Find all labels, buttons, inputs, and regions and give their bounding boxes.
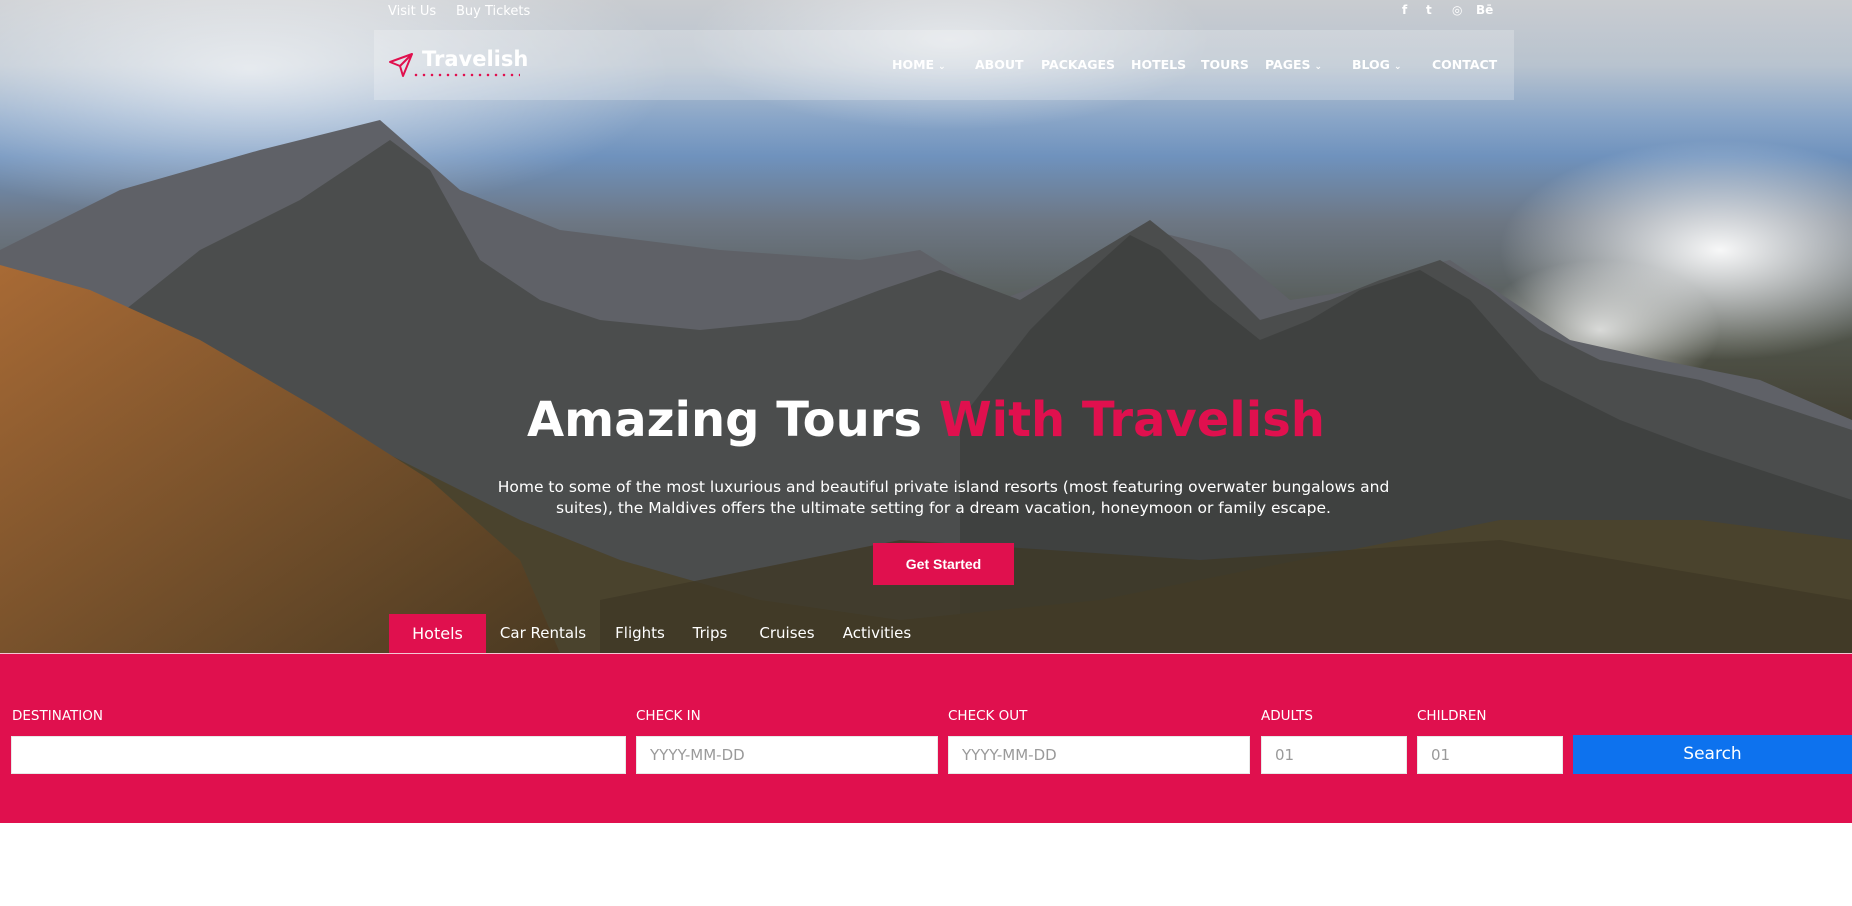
chevron-down-icon: ⌄ [938, 62, 946, 72]
hero-title: Amazing Tours With Travelish [0, 392, 1852, 448]
tab-activities[interactable]: Activities [840, 614, 914, 653]
tab-trips[interactable]: Trips [686, 614, 734, 653]
behance-icon[interactable]: Bē [1476, 3, 1493, 17]
nav-home[interactable]: HOME ⌄ [892, 57, 946, 72]
buy-tickets-link[interactable]: Buy Tickets [456, 4, 530, 19]
children-label: CHILDREN [1417, 708, 1487, 724]
check-out-label: CHECK OUT [948, 708, 1028, 724]
tab-flights[interactable]: Flights [610, 614, 670, 653]
nav-pages[interactable]: PAGES ⌄ [1265, 57, 1322, 72]
check-in-label: CHECK IN [636, 708, 701, 724]
nav-pages-label: PAGES [1265, 57, 1311, 72]
logo-dotted-underline [412, 73, 520, 77]
children-input[interactable]: 01 [1417, 736, 1563, 774]
destination-input[interactable] [11, 736, 626, 774]
nav-blog[interactable]: BLOG ⌄ [1352, 57, 1401, 72]
main-navbar: Travelish HOME ⌄ ABOUT PACKAGES HOTELS TO… [374, 30, 1514, 100]
tab-cruises[interactable]: Cruises [755, 614, 819, 653]
nav-hotels[interactable]: HOTELS [1131, 57, 1186, 72]
adults-label: ADULTS [1261, 708, 1313, 724]
visit-us-link[interactable]: Visit Us [388, 4, 436, 19]
top-bar: Visit Us Buy Tickets f t ◎ Bē [388, 0, 1514, 24]
check-in-input[interactable]: YYYY-MM-DD [636, 736, 938, 774]
hero-subtitle: Home to some of the most luxurious and b… [497, 478, 1390, 517]
nav-contact[interactable]: CONTACT [1432, 57, 1497, 72]
destination-label: DESTINATION [12, 708, 103, 724]
nav-blog-label: BLOG [1352, 57, 1390, 72]
tab-hotels[interactable]: Hotels [389, 614, 486, 653]
nav-packages[interactable]: PACKAGES [1041, 57, 1115, 72]
twitter-icon[interactable]: t [1426, 3, 1432, 17]
search-button[interactable]: Search [1573, 735, 1852, 774]
chevron-down-icon: ⌄ [1314, 62, 1323, 72]
dribbble-icon[interactable]: ◎ [1452, 3, 1462, 17]
paper-plane-icon[interactable] [388, 52, 414, 78]
check-out-input[interactable]: YYYY-MM-DD [948, 736, 1250, 774]
search-panel: DESTINATION CHECK IN YYYY-MM-DD CHECK OU… [0, 653, 1852, 823]
nav-about[interactable]: ABOUT [975, 57, 1024, 72]
nav-tours[interactable]: TOURS [1201, 57, 1249, 72]
hero-title-accent: With Travelish [938, 392, 1325, 448]
tab-car-rentals[interactable]: Car Rentals [493, 614, 593, 653]
hero-title-main: Amazing Tours [527, 392, 922, 448]
chevron-down-icon: ⌄ [1393, 62, 1402, 72]
facebook-icon[interactable]: f [1402, 3, 1407, 17]
get-started-button[interactable]: Get Started [873, 543, 1014, 585]
hero-section: Visit Us Buy Tickets f t ◎ Bē Travelish … [0, 0, 1852, 653]
adults-input[interactable]: 01 [1261, 736, 1407, 774]
nav-home-label: HOME [892, 57, 935, 72]
brand-logo-text[interactable]: Travelish [422, 47, 528, 71]
